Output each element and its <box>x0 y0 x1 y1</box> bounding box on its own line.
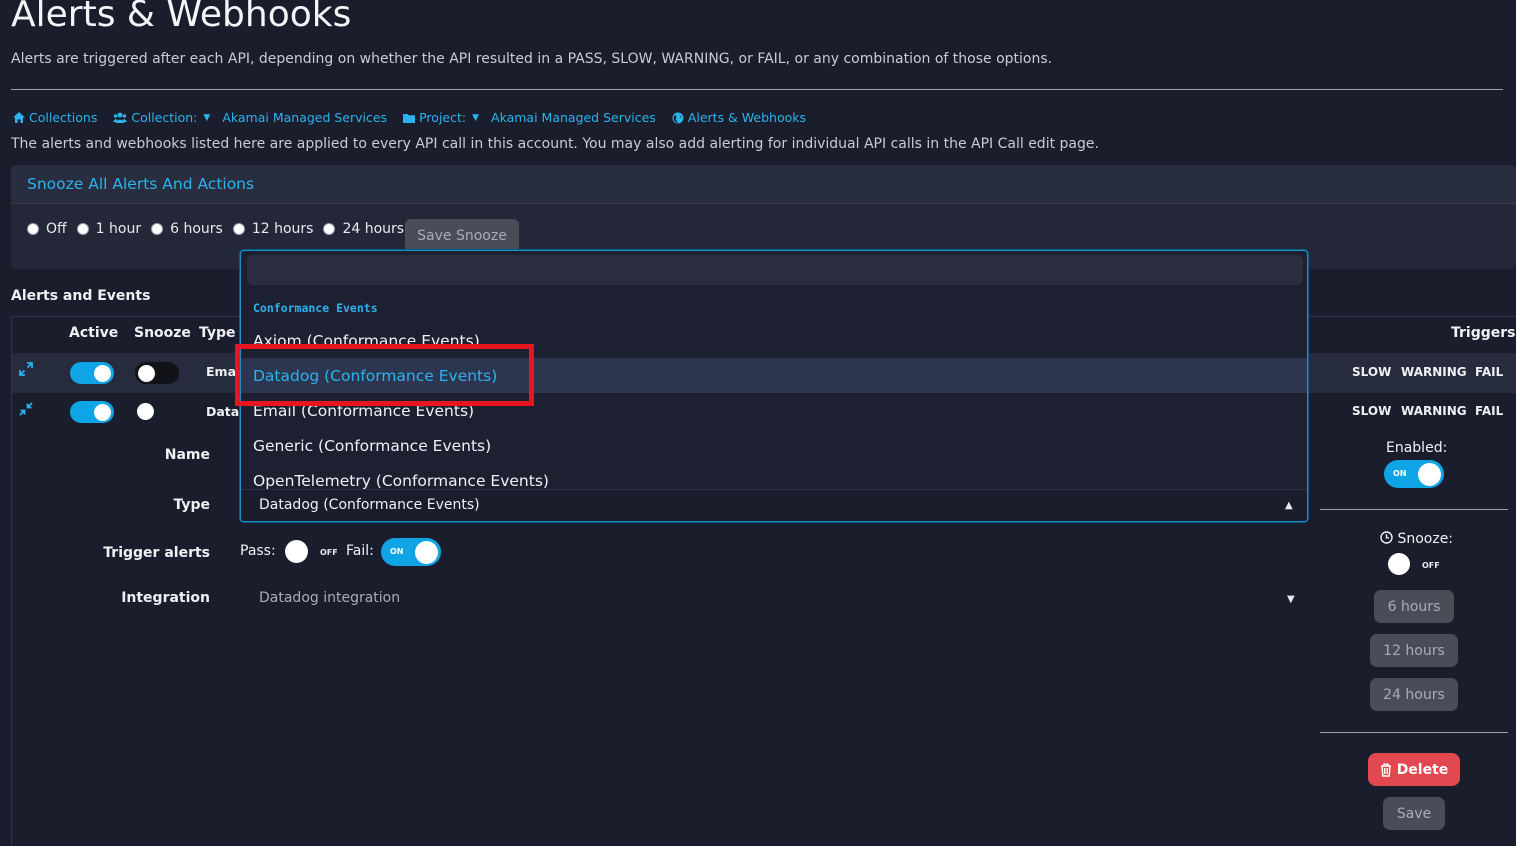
breadcrumb: Collections Collection: ▼ Akamai Managed… <box>13 110 822 125</box>
pass-label: Pass: <box>240 543 276 559</box>
snooze-option-6h[interactable]: 6 hours <box>151 221 223 237</box>
radio-icon[interactable] <box>232 223 245 235</box>
caret-up-icon[interactable]: ▲ <box>1285 500 1293 511</box>
row-active-toggle[interactable] <box>70 362 114 384</box>
breadcrumb-project-value[interactable]: Akamai Managed Services <box>491 110 656 125</box>
snooze-label: Snooze: <box>1380 531 1453 547</box>
snooze-6h-button[interactable]: 6 hours <box>1374 590 1454 623</box>
type-select-value: Datadog (Conformance Events) <box>259 497 480 513</box>
snooze-option-24h[interactable]: 24 hours <box>323 221 404 237</box>
caret-down-icon: ▼ <box>472 112 480 123</box>
name-label: Name <box>164 447 210 463</box>
row-snooze-toggle[interactable] <box>137 403 154 420</box>
caret-down-icon: ▼ <box>203 112 211 123</box>
snooze-24h-button[interactable]: 24 hours <box>1370 678 1458 711</box>
column-active[interactable]: Active <box>69 325 118 341</box>
trigger-warning: WARNING <box>1401 404 1467 418</box>
toggle-knob <box>1418 462 1441 486</box>
breadcrumb-collection-value[interactable]: Akamai Managed Services <box>222 110 387 125</box>
users-icon <box>113 112 128 123</box>
enabled-toggle[interactable]: ON <box>1384 460 1444 488</box>
trigger-slow: SLOW <box>1352 365 1392 379</box>
folder-icon <box>403 113 416 123</box>
divider <box>1320 732 1508 733</box>
trigger-warning: WARNING <box>1401 365 1467 379</box>
dropdown-search-input[interactable] <box>247 255 1303 285</box>
trigger-fail: FAIL <box>1475 404 1504 418</box>
enabled-label: Enabled: <box>1386 440 1448 456</box>
toggle-knob <box>94 403 111 421</box>
delete-button-label: Delete <box>1396 761 1449 778</box>
fail-toggle-state: ON <box>390 547 404 556</box>
snooze-12h-button[interactable]: 12 hours <box>1370 634 1458 667</box>
snooze-option-label: 12 hours <box>251 221 314 237</box>
integration-label: Integration <box>121 590 210 606</box>
pass-toggle[interactable] <box>285 540 308 563</box>
pass-toggle-state: OFF <box>320 548 338 557</box>
save-snooze-button[interactable]: Save Snooze <box>405 219 519 253</box>
row-snooze-toggle[interactable] <box>135 362 179 384</box>
radio-icon[interactable] <box>323 223 336 235</box>
toggle-knob <box>94 364 111 382</box>
column-triggers[interactable]: Triggers <box>1451 325 1516 341</box>
trigger-alerts-label: Trigger alerts <box>103 545 210 561</box>
page-subtitle: Alerts are triggered after each API, dep… <box>11 51 1053 67</box>
dropdown-group-label: Conformance Events <box>253 301 378 315</box>
clock-icon <box>1380 531 1393 544</box>
alerts-events-label: Alerts and Events <box>11 288 151 304</box>
snooze-option-label: Off <box>46 221 67 237</box>
breadcrumb-collections-label: Collections <box>29 110 98 125</box>
fail-label: Fail: <box>346 543 374 559</box>
breadcrumb-collection-label: Collection: <box>131 110 198 125</box>
account-note: The alerts and webhooks listed here are … <box>11 136 1099 152</box>
breadcrumb-collection[interactable]: Collection: ▼ Akamai Managed Services <box>113 110 387 125</box>
toggle-knob <box>138 364 155 382</box>
page-title: Alerts & Webhooks <box>11 0 352 35</box>
snooze-option-label: 1 hour <box>95 221 142 237</box>
expand-icon[interactable] <box>19 362 33 380</box>
type-label: Type <box>173 497 210 513</box>
breadcrumb-current-label: Alerts & Webhooks <box>687 110 806 125</box>
fail-toggle[interactable]: ON <box>381 538 441 566</box>
snooze-option-1h[interactable]: 1 hour <box>76 221 142 237</box>
collapse-icon[interactable] <box>19 402 33 420</box>
header-divider <box>11 89 1503 90</box>
snooze-toggle-state: OFF <box>1422 561 1440 570</box>
snooze-all-header: Snooze All Alerts And Actions <box>11 165 1516 204</box>
caret-down-icon[interactable]: ▼ <box>1287 594 1295 605</box>
radio-icon[interactable] <box>151 223 164 235</box>
delete-button[interactable]: Delete <box>1368 753 1460 786</box>
column-snooze[interactable]: Snooze <box>134 325 191 341</box>
annotation-highlight-box <box>235 344 534 406</box>
snooze-toggle[interactable] <box>1388 553 1410 575</box>
breadcrumb-project[interactable]: Project: ▼ Akamai Managed Services <box>403 110 656 125</box>
breadcrumb-collections[interactable]: Collections <box>13 110 97 125</box>
dropdown-option[interactable]: Generic (Conformance Events) <box>241 428 1307 463</box>
integration-select[interactable]: Datadog integration <box>259 590 400 606</box>
divider <box>1320 509 1508 510</box>
toggle-knob <box>415 540 438 564</box>
type-select-current[interactable]: Datadog (Conformance Events) ▲ <box>241 489 1307 521</box>
breadcrumb-project-label: Project: <box>419 110 467 125</box>
snooze-option-off[interactable]: Off <box>27 221 67 237</box>
snooze-option-label: 6 hours <box>170 221 223 237</box>
snooze-all-options: Off 1 hour 6 hours 12 hours 24 hours <box>27 221 414 237</box>
radio-icon[interactable] <box>27 223 39 235</box>
row-active-toggle[interactable] <box>70 401 114 423</box>
snooze-option-12h[interactable]: 12 hours <box>232 221 314 237</box>
trash-icon <box>1380 763 1391 777</box>
enabled-toggle-state: ON <box>1393 469 1407 478</box>
radio-icon[interactable] <box>76 223 89 235</box>
snooze-label-text: Snooze: <box>1397 531 1454 547</box>
breadcrumb-current[interactable]: Alerts & Webhooks <box>672 110 806 125</box>
trigger-fail: FAIL <box>1475 365 1504 379</box>
snooze-all-title: Snooze All Alerts And Actions <box>27 175 255 193</box>
snooze-option-label: 24 hours <box>342 221 405 237</box>
trigger-slow: SLOW <box>1352 404 1392 418</box>
globe-icon <box>672 112 684 123</box>
column-type[interactable]: Type <box>199 325 236 341</box>
save-button[interactable]: Save <box>1383 797 1445 830</box>
home-icon <box>13 112 25 123</box>
